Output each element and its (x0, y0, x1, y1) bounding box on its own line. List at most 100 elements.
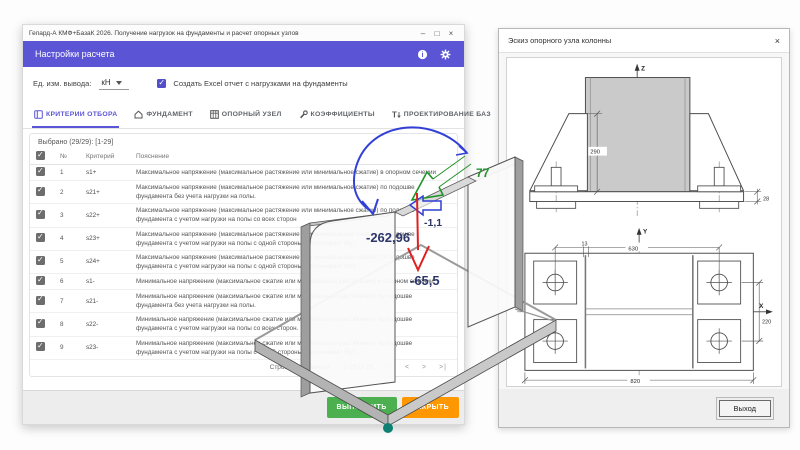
row-description: Максимальное напряжение (максимальное ра… (136, 168, 451, 177)
table-row[interactable]: 1 s1+ Максимальное напряжение (максималь… (30, 165, 457, 181)
svg-text:T: T (392, 110, 397, 119)
excel-report-checkbox[interactable] (157, 79, 166, 88)
content-area: Выбрано (29/29): [1-29] № Критерий Поясн… (23, 129, 464, 390)
table-row[interactable]: 3 s22+ Максимальное напряжение (максимал… (30, 204, 457, 227)
tab-selection-criteria[interactable]: КРИТЕРИИ ОТБОРА (32, 100, 119, 128)
criteria-card: Выбрано (29/29): [1-29] № Критерий Поясн… (29, 133, 458, 377)
table-row[interactable]: 7 s21- Минимальное напряжение (максималь… (30, 290, 457, 313)
row-criterion: s1- (86, 278, 136, 285)
row-checkbox[interactable] (36, 319, 45, 328)
row-checkbox[interactable] (36, 187, 45, 196)
table-row[interactable]: 5 s24+ Максимальное напряжение (максимал… (30, 251, 457, 274)
run-button[interactable]: ВЫПОЛНИТЬ (327, 397, 397, 418)
dialog-header: Настройки расчета i (23, 41, 464, 67)
maximize-button[interactable]: □ (430, 29, 444, 38)
next-page-icon[interactable]: > (422, 364, 427, 371)
grid-icon (210, 110, 219, 119)
sketch-titlebar[interactable]: Эскиз опорного узла колонны × (499, 29, 789, 53)
row-description: Максимальное напряжение (максимальное ра… (136, 253, 451, 271)
dialog-title: Настройки расчета (35, 49, 406, 59)
row-criterion: s23- (86, 344, 136, 351)
svg-text:820: 820 (630, 379, 641, 385)
row-description: Максимальное напряжение (максимальное ра… (136, 230, 451, 248)
row-checkbox[interactable] (36, 342, 45, 351)
sketch-close-icon[interactable]: × (775, 36, 780, 46)
row-criterion: s21- (86, 298, 136, 305)
tab-foundation[interactable]: ФУНДАМЕНТ (132, 100, 194, 128)
prev-page-icon[interactable]: < (405, 364, 410, 371)
row-description: Минимальное напряжение (максимальное сжа… (136, 277, 451, 286)
svg-text:630: 630 (628, 246, 639, 252)
green-force-value-label: 77 (476, 166, 490, 180)
tab-support-node[interactable]: ОПОРНЫЙ УЗЕЛ (208, 100, 284, 128)
z-axis-arrow-icon (635, 64, 640, 71)
info-icon[interactable]: i (416, 48, 429, 61)
excel-report-label: Создать Excel отчет с нагрузками на фунд… (173, 79, 347, 88)
table-header: № Критерий Пояснение (30, 149, 457, 165)
column-base-drawing: Z (507, 58, 781, 386)
row-checkbox[interactable] (36, 256, 45, 265)
gear-icon[interactable] (439, 48, 452, 61)
row-checkbox[interactable] (36, 167, 45, 176)
row-num: 1 (60, 169, 86, 176)
row-criterion: s22+ (86, 212, 136, 219)
row-checkbox[interactable] (36, 210, 45, 219)
last-page-icon[interactable]: >| (439, 364, 447, 371)
column-shaft (585, 78, 689, 192)
row-criterion: s23+ (86, 235, 136, 242)
row-num: 7 (60, 298, 86, 305)
x-axis-arrow-icon (766, 309, 773, 314)
y-axis-label: Y (643, 229, 648, 236)
minimize-button[interactable]: – (416, 29, 430, 38)
row-description: Минимальное напряжение (максимальное сжа… (136, 315, 451, 333)
row-description: Минимальное напряжение (максимальное сжа… (136, 292, 451, 310)
row-checkbox[interactable] (36, 296, 45, 305)
row-num: 2 (60, 189, 86, 196)
close-button[interactable]: × (444, 29, 458, 38)
window-titlebar[interactable]: Гепард-А КМФ+БазаК 2026. Получение нагру… (23, 25, 464, 41)
rows-per-page-label: Строка на странице: (270, 364, 332, 371)
dialog-footer: ВЫПОЛНИТЬ ЗАКРЫТЬ (23, 390, 464, 424)
table-row[interactable]: 4 s23+ Максимальное напряжение (максимал… (30, 228, 457, 251)
select-all-checkbox[interactable] (36, 151, 45, 160)
table-row[interactable]: 8 s22- Минимальное напряжение (максималь… (30, 313, 457, 336)
units-select[interactable]: кН (99, 77, 129, 90)
row-num: 5 (60, 258, 86, 265)
row-description: Максимальное напряжение (максимальное ра… (136, 206, 451, 224)
row-num: 8 (60, 321, 86, 328)
desktop: Гепард-А КМФ+БазаК 2026. Получение нагру… (0, 0, 800, 450)
tab-bar: КРИТЕРИИ ОТБОРА ФУНДАМЕНТ ОПОРНЫЙ УЗЕЛ К… (23, 100, 464, 129)
tab-base-design[interactable]: T ПРОЕКТИРОВАНИЕ БАЗ (390, 100, 493, 128)
sketch-footer: Выход (499, 389, 789, 427)
col-criterion: Критерий (86, 153, 136, 160)
page-range: 1-29 of 29 (344, 364, 373, 371)
row-checkbox[interactable] (36, 233, 45, 242)
row-criterion: s24+ (86, 258, 136, 265)
settings-window: Гепард-А КМФ+БазаК 2026. Получение нагру… (22, 24, 465, 425)
svg-text:i: i (422, 52, 424, 59)
table-row[interactable]: 2 s21+ Максимальное напряжение (максимал… (30, 181, 457, 204)
close-dialog-button[interactable]: ЗАКРЫТЬ (402, 397, 459, 418)
svg-text:13: 13 (582, 241, 588, 247)
first-page-icon[interactable]: |< (385, 364, 393, 371)
row-criterion: s21+ (86, 189, 136, 196)
table-row[interactable]: 9 s23- Минимальное напряжение (максималь… (30, 337, 457, 360)
row-description: Максимальное напряжение (максимальное ра… (136, 183, 451, 201)
units-label: Ед. изм. вывода: (33, 79, 91, 88)
units-value: кН (101, 78, 110, 87)
exit-button[interactable]: Выход (719, 400, 771, 417)
tab-coefficients[interactable]: КОЭФФИЦИЕНТЫ (297, 100, 377, 128)
row-criterion: s1+ (86, 169, 136, 176)
z-axis-label: Z (641, 66, 645, 73)
row-checkbox[interactable] (36, 276, 45, 285)
window-title: Гепард-А КМФ+БазаК 2026. Получение нагру… (29, 30, 416, 37)
row-num: 4 (60, 235, 86, 242)
pagination: Строка на странице: 1-29 of 29 |< < > >| (30, 360, 457, 376)
base-plate-elevation (530, 192, 744, 202)
table-row[interactable]: 6 s1- Минимальное напряжение (максимальн… (30, 274, 457, 290)
home-icon (134, 110, 143, 119)
row-num: 6 (60, 278, 86, 285)
row-description: Минимальное напряжение (максимальное сжа… (136, 339, 451, 357)
row-criterion: s22- (86, 321, 136, 328)
text-sort-icon: T (392, 110, 401, 119)
